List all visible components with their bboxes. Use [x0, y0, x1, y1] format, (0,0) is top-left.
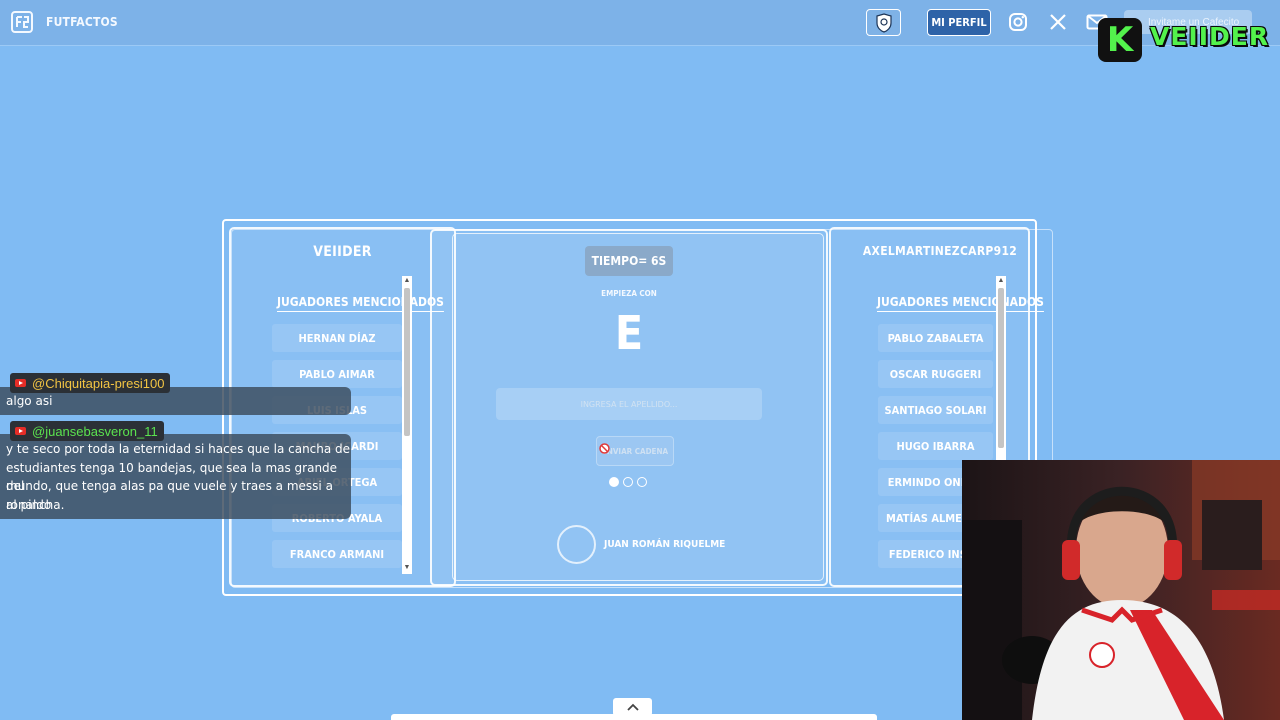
futfactos-logo-icon[interactable] — [11, 11, 33, 33]
streamer-logo: K VEIIDER — [1098, 18, 1268, 62]
right-list-item: SANTIAGO SOLARI — [878, 396, 993, 424]
left-list-item: PABLO AIMAR — [272, 360, 402, 388]
left-list-item: HERNAN DÍAZ — [272, 324, 402, 352]
chat-message-line: al pincha. — [6, 497, 65, 512]
left-list-scrollbar[interactable]: ▲ ▼ — [402, 276, 412, 574]
starts-with-label: EMPIEZA CON — [601, 289, 657, 298]
chat-username-text: @juansebasveron_11 — [32, 423, 158, 439]
progress-dot-active — [609, 477, 619, 487]
youtube-icon — [15, 427, 26, 435]
progress-dot — [637, 477, 647, 487]
x-icon[interactable] — [1048, 12, 1068, 32]
start-letter: E — [614, 306, 644, 360]
streamer-badge: K — [1098, 18, 1142, 62]
left-mentioned-heading: JUGADORES MENCIONADOS — [277, 295, 444, 309]
chevron-up-icon — [626, 703, 639, 711]
scroll-up-icon[interactable]: ▲ — [996, 276, 1006, 286]
streamer-name: VEIIDER — [1150, 22, 1270, 51]
scroll-down-icon[interactable]: ▼ — [402, 563, 412, 573]
webcam-feed — [962, 460, 1280, 720]
right-list-scrollbar[interactable]: ▲ — [996, 276, 1006, 466]
right-list-item: HUGO IBARRA — [878, 432, 993, 460]
round-progress-dots — [609, 477, 647, 487]
scroll-up-icon[interactable]: ▲ — [402, 276, 412, 286]
right-list-item: PABLO ZABALETA — [878, 324, 993, 352]
hint-player-avatar — [557, 525, 596, 564]
right-player-name: AXELMARTINEZCARP912 — [862, 244, 1018, 258]
scroll-thumb[interactable] — [404, 288, 410, 436]
left-player-name: VEIIDER — [313, 244, 372, 260]
right-list-item: OSCAR RUGGERI — [878, 360, 993, 388]
hint-player-name: JUAN ROMÁN RIQUELME — [604, 539, 726, 550]
expand-drawer-button[interactable] — [613, 698, 652, 716]
chat-message-text: algo asi — [6, 394, 53, 408]
my-profile-button[interactable]: MI PERFIL — [927, 9, 991, 36]
chat-username: @juansebasveron_11 — [10, 421, 164, 441]
shield-icon — [875, 12, 892, 33]
youtube-icon — [15, 379, 26, 387]
top-nav: FUTFACTOS MI PERFIL Invitame un Cafecito — [0, 0, 1280, 46]
brand-name[interactable]: FUTFACTOS — [46, 15, 118, 29]
left-list-item: FRANCO ARMANI — [272, 540, 402, 568]
chat-username: @Chiquitapia-presi100 — [10, 373, 171, 393]
right-mentioned-heading: JUGADORES MENCIONADOS — [877, 295, 1044, 309]
blocked-icon — [599, 443, 610, 454]
instagram-icon[interactable] — [1008, 12, 1028, 32]
progress-dot — [623, 477, 633, 487]
club-shield-button[interactable] — [866, 9, 901, 36]
timer-badge: TIEMPO= 6S — [585, 246, 673, 276]
scroll-thumb[interactable] — [998, 288, 1004, 448]
chat-message: y te seco por toda la eternidad si haces… — [0, 434, 351, 519]
streamer-webcam-image — [962, 460, 1280, 720]
chat-username-text: @Chiquitapia-presi100 — [32, 375, 165, 391]
surname-input[interactable] — [496, 388, 762, 420]
chat-message-line: y te seco por toda la eternidad si haces… — [6, 442, 351, 456]
